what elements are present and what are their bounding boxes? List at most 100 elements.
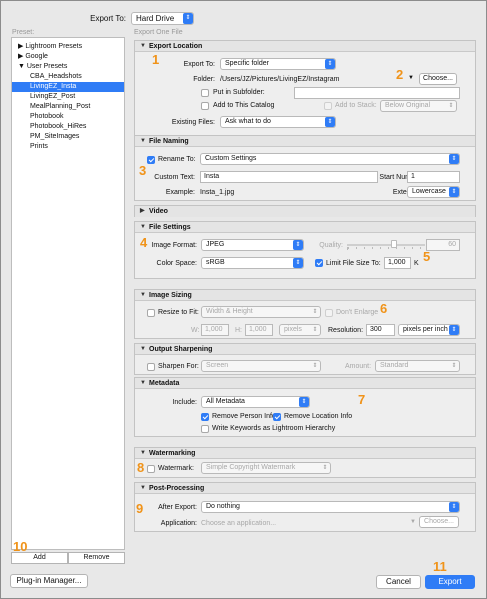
chevron-down-icon[interactable]: ▼ bbox=[410, 518, 416, 527]
add-to-stack-checkbox[interactable] bbox=[324, 102, 332, 110]
sharpen-checkbox[interactable] bbox=[147, 363, 155, 371]
chevron-updown-icon: ⇕ bbox=[449, 325, 459, 335]
subfolder-label: Put in Subfolder: bbox=[213, 89, 265, 96]
limit-file-size-field[interactable]: 1,000 bbox=[384, 257, 411, 269]
preset-item[interactable]: MealPlanning_Post bbox=[12, 102, 124, 112]
add-to-catalog-label: Add to This Catalog bbox=[213, 102, 275, 109]
preset-item[interactable]: Prints bbox=[12, 142, 124, 152]
folder-path: /Users/JZ/Pictures/LivingEZ/Instagram bbox=[220, 76, 340, 83]
resolution-unit-popup[interactable]: pixels per inch ⇕ bbox=[398, 324, 460, 336]
section-header[interactable]: ▼ Watermarking bbox=[135, 448, 475, 459]
quality-slider-track[interactable] bbox=[347, 244, 425, 246]
watermark-popup[interactable]: Simple Copyright Watermark ⇕ bbox=[201, 462, 331, 474]
section-header[interactable]: ▼ Output Sharpening bbox=[135, 344, 475, 355]
existing-files-label: Existing Files: bbox=[171, 119, 215, 126]
quality-label: Quality: bbox=[319, 242, 343, 249]
choose-application-button[interactable]: Choose... bbox=[419, 516, 459, 528]
preset-item[interactable]: Photobook bbox=[12, 112, 124, 122]
subfolder-checkbox[interactable] bbox=[201, 89, 209, 97]
preset-item[interactable]: CBA_Headshots bbox=[12, 72, 124, 82]
callout-number: 5 bbox=[423, 249, 431, 264]
video-section: ▶ Video bbox=[134, 205, 476, 217]
add-to-stack-label: Add to Stack: bbox=[335, 102, 377, 109]
section-header[interactable]: ▼ File Settings bbox=[135, 222, 475, 233]
watermark-checkbox[interactable] bbox=[147, 465, 155, 473]
write-keywords-label: Write Keywords as Lightroom Hierarchy bbox=[212, 425, 336, 432]
chevron-updown-icon: ⇕ bbox=[312, 309, 318, 315]
rename-template-popup[interactable]: Custom Settings ⇕ bbox=[200, 153, 460, 165]
section-header[interactable]: ▶ Video bbox=[135, 206, 475, 217]
height-field[interactable]: 1,000 bbox=[245, 324, 273, 336]
section-header[interactable]: ▼ Post-Processing bbox=[135, 483, 475, 494]
preset-list[interactable]: ▶ Lightroom Presets ▶ Google ▼ User Pres… bbox=[11, 37, 125, 550]
export-button[interactable]: Export bbox=[425, 575, 475, 589]
post-processing-section: ▼ Post-Processing After Export: Do nothin… bbox=[134, 482, 476, 532]
folder-label: Folder: bbox=[193, 76, 215, 83]
preset-item[interactable]: LivingEZ_Post bbox=[12, 92, 124, 102]
section-header[interactable]: ▼ Image Sizing bbox=[135, 290, 475, 301]
quality-slider-thumb[interactable] bbox=[391, 240, 397, 248]
rename-checkbox[interactable] bbox=[147, 156, 155, 164]
limit-file-size-checkbox[interactable] bbox=[315, 259, 323, 267]
existing-files-popup[interactable]: Ask what to do ⇕ bbox=[220, 116, 336, 128]
remove-preset-button[interactable]: Remove bbox=[68, 552, 125, 564]
image-format-popup[interactable]: JPEG ⇕ bbox=[201, 239, 304, 251]
size-unit-popup[interactable]: pixels ⇕ bbox=[279, 324, 321, 336]
watermark-label: Watermark: bbox=[158, 465, 194, 472]
include-metadata-popup[interactable]: All Metadata ⇕ bbox=[201, 396, 310, 408]
color-space-label: Color Space: bbox=[156, 260, 197, 267]
amount-popup[interactable]: Standard ⇕ bbox=[375, 360, 460, 372]
chevron-updown-icon: ⇕ bbox=[325, 117, 335, 127]
export-to-label: Export To: bbox=[90, 14, 126, 23]
remove-person-checkbox[interactable] bbox=[201, 413, 209, 421]
choose-folder-button[interactable]: Choose... bbox=[419, 73, 457, 85]
preset-item[interactable]: PM_SiteImages bbox=[12, 132, 124, 142]
export-to-popup[interactable]: Hard Drive ⇕ bbox=[131, 12, 194, 25]
write-keywords-checkbox[interactable] bbox=[201, 425, 209, 433]
resolution-label: Resolution: bbox=[328, 327, 364, 334]
extensions-popup[interactable]: Lowercase ⇕ bbox=[407, 186, 460, 198]
dont-enlarge-checkbox[interactable] bbox=[325, 309, 333, 317]
disclosure-triangle-icon: ▼ bbox=[140, 292, 146, 298]
preset-folder-google[interactable]: ▶ Google bbox=[12, 52, 124, 62]
chevron-updown-icon: ⇕ bbox=[451, 363, 457, 369]
remove-location-label: Remove Location Info bbox=[284, 413, 353, 420]
stack-position-popup[interactable]: Below Original ⇕ bbox=[380, 100, 457, 112]
callout-number: 11 bbox=[433, 559, 447, 574]
resize-mode-popup[interactable]: Width & Height ⇕ bbox=[201, 306, 321, 318]
width-field[interactable]: 1,000 bbox=[201, 324, 229, 336]
start-number-field[interactable]: 1 bbox=[407, 171, 460, 183]
preset-item-selected[interactable]: LivingEZ_Insta bbox=[12, 82, 124, 92]
disclosure-triangle-icon: ▼ bbox=[140, 380, 146, 386]
chevron-updown-icon: ⇕ bbox=[322, 465, 328, 471]
callout-number: 1 bbox=[152, 52, 160, 67]
preset-folder-user[interactable]: ▼ User Presets bbox=[12, 62, 124, 72]
application-placeholder[interactable]: Choose an application... bbox=[201, 519, 276, 528]
example-value: Insta_1.jpg bbox=[200, 189, 235, 196]
after-export-popup[interactable]: Do nothing ⇕ bbox=[201, 501, 460, 513]
chevron-down-icon[interactable]: ▼ bbox=[408, 74, 414, 83]
disclosure-triangle-icon: ▼ bbox=[140, 346, 146, 352]
section-header[interactable]: ▼ File Naming bbox=[135, 136, 475, 147]
resolution-field[interactable]: 300 bbox=[366, 324, 395, 336]
chevron-updown-icon: ⇕ bbox=[183, 13, 193, 24]
sharpen-for-popup[interactable]: Screen ⇕ bbox=[201, 360, 321, 372]
export-count: Export One File bbox=[134, 29, 183, 36]
preset-item[interactable]: Photobook_HiRes bbox=[12, 122, 124, 132]
callout-number: 3 bbox=[139, 163, 147, 178]
export-destination-popup[interactable]: Specific folder ⇕ bbox=[220, 58, 336, 70]
color-space-popup[interactable]: sRGB ⇕ bbox=[201, 257, 304, 269]
height-label: H: bbox=[235, 327, 242, 334]
section-header[interactable]: ▼ Export Location bbox=[135, 41, 475, 52]
remove-location-checkbox[interactable] bbox=[273, 413, 281, 421]
preset-folder-lightroom[interactable]: ▶ Lightroom Presets bbox=[12, 42, 124, 52]
quality-field[interactable]: 60 bbox=[426, 239, 460, 251]
include-label: Include: bbox=[172, 399, 197, 406]
add-to-catalog-checkbox[interactable] bbox=[201, 102, 209, 110]
chevron-updown-icon: ⇕ bbox=[293, 240, 303, 250]
plugin-manager-button[interactable]: Plug-in Manager... bbox=[10, 574, 88, 588]
section-header[interactable]: ▼ Metadata bbox=[135, 378, 475, 389]
subfolder-field[interactable] bbox=[294, 87, 460, 99]
resize-to-fit-checkbox[interactable] bbox=[147, 309, 155, 317]
cancel-button[interactable]: Cancel bbox=[376, 575, 421, 589]
